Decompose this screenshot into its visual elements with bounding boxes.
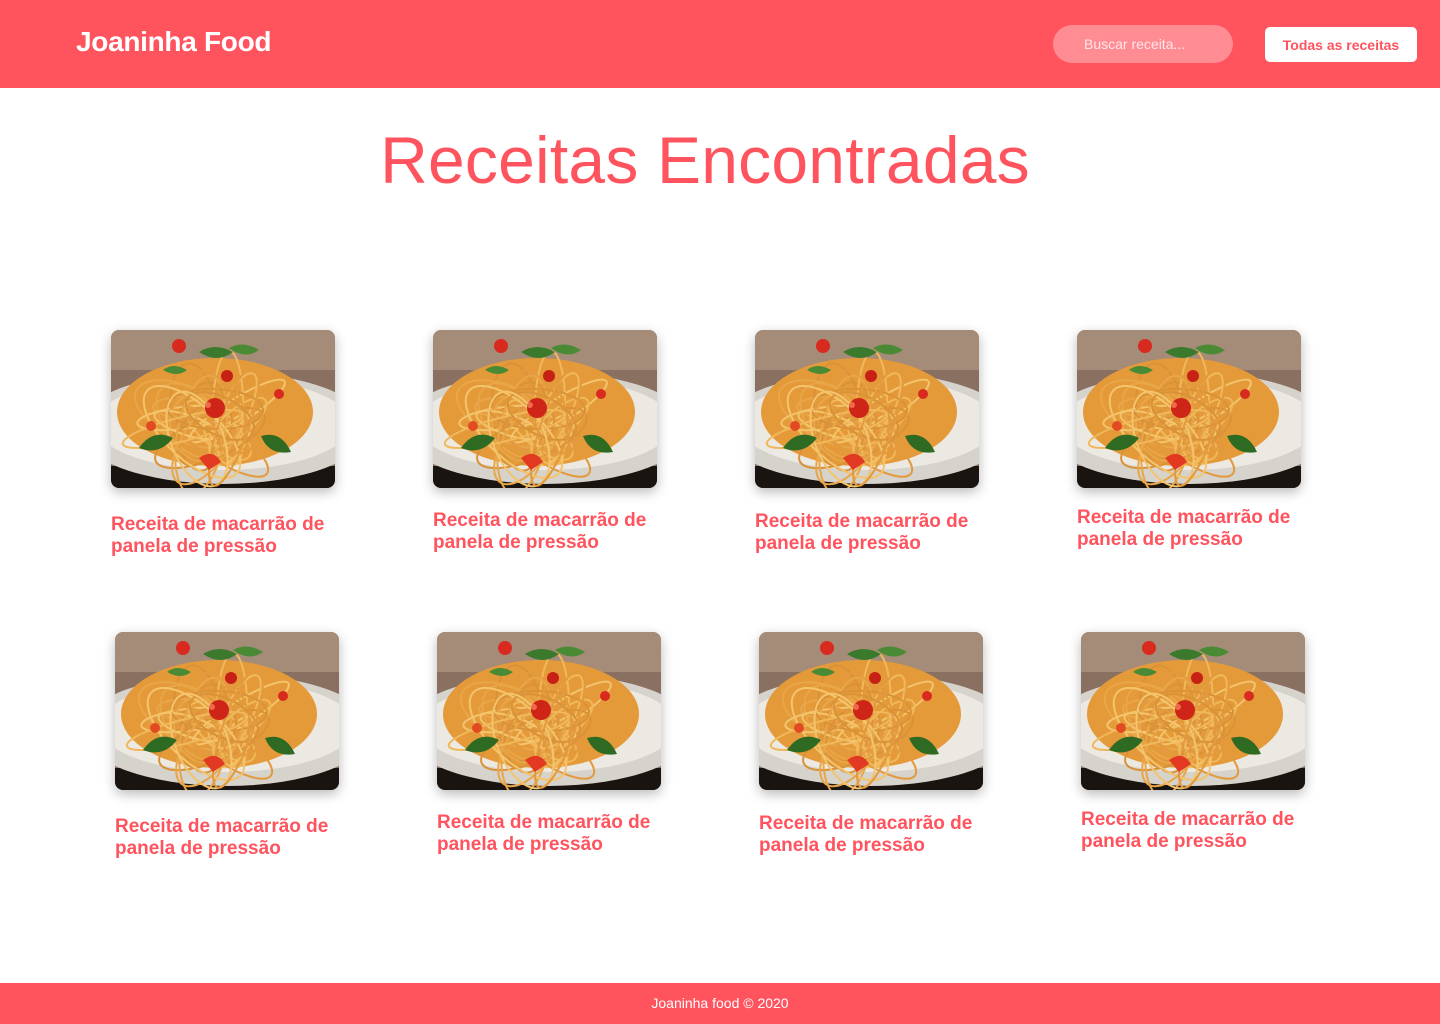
recipe-card[interactable]: Receita de macarrão de panela de pressão	[433, 330, 657, 554]
recipe-image[interactable]	[755, 330, 979, 488]
recipe-card[interactable]: Receita de macarrão de panela de pressão	[437, 632, 661, 856]
recipe-title[interactable]: Receita de macarrão de panela de pressão	[755, 511, 985, 555]
recipe-card[interactable]: Receita de macarrão de panela de pressão	[1077, 330, 1301, 551]
page-footer: Joaninha food © 2020	[0, 983, 1440, 1024]
recipe-title[interactable]: Receita de macarrão de panela de pressão	[111, 514, 341, 558]
recipe-image[interactable]	[115, 632, 339, 790]
recipe-title[interactable]: Receita de macarrão de panela de pressão	[1081, 809, 1311, 853]
search-input[interactable]	[1053, 25, 1233, 63]
recipe-image[interactable]	[1077, 330, 1301, 488]
recipe-image[interactable]	[1081, 632, 1305, 790]
recipe-title[interactable]: Receita de macarrão de panela de pressão	[433, 510, 663, 554]
page-title: Receitas Encontradas	[380, 123, 1030, 197]
recipe-title[interactable]: Receita de macarrão de panela de pressão	[759, 813, 989, 857]
top-navbar: Joaninha Food Todas as receitas	[0, 0, 1440, 88]
recipe-image[interactable]	[759, 632, 983, 790]
recipe-title[interactable]: Receita de macarrão de panela de pressão	[437, 812, 667, 856]
recipe-image[interactable]	[433, 330, 657, 488]
recipe-card[interactable]: Receita de macarrão de panela de pressão	[115, 632, 339, 860]
all-recipes-button[interactable]: Todas as receitas	[1265, 27, 1417, 62]
recipe-title[interactable]: Receita de macarrão de panela de pressão	[115, 816, 345, 860]
recipe-card[interactable]: Receita de macarrão de panela de pressão	[111, 330, 335, 558]
recipe-card[interactable]: Receita de macarrão de panela de pressão	[1081, 632, 1305, 853]
recipe-image[interactable]	[437, 632, 661, 790]
footer-copyright: Joaninha food © 2020	[651, 995, 789, 1011]
recipe-card[interactable]: Receita de macarrão de panela de pressão	[755, 330, 979, 555]
recipe-title[interactable]: Receita de macarrão de panela de pressão	[1077, 507, 1307, 551]
recipe-image[interactable]	[111, 330, 335, 488]
recipe-card[interactable]: Receita de macarrão de panela de pressão	[759, 632, 983, 857]
brand-logo[interactable]: Joaninha Food	[76, 26, 272, 58]
